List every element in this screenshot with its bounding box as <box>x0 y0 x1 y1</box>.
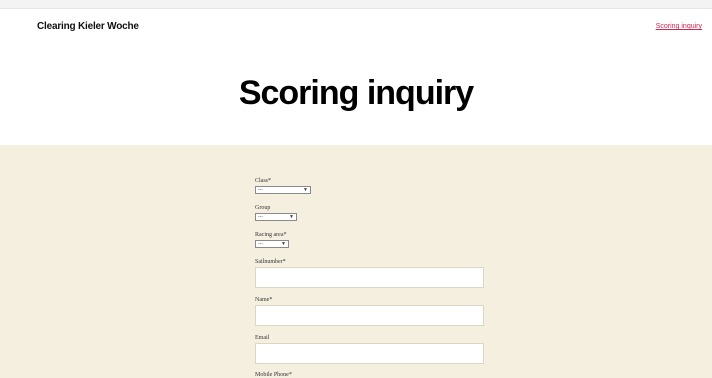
racing-area-select-value: --- <box>258 242 263 247</box>
racing-area-select[interactable]: --- ▼ <box>255 240 289 248</box>
email-input[interactable] <box>255 343 484 364</box>
group-label: Group <box>255 205 271 211</box>
email-label: Email <box>255 335 270 341</box>
group-select-value: --- <box>258 215 263 220</box>
group-select[interactable]: --- ▼ <box>255 213 297 221</box>
chevron-down-icon: ▼ <box>289 215 294 220</box>
chevron-down-icon: ▼ <box>281 242 286 247</box>
name-label: Name* <box>255 297 273 303</box>
name-input[interactable] <box>255 305 484 326</box>
site-title[interactable]: Clearing Kieler Woche <box>37 21 139 32</box>
class-select-value: --- <box>258 188 263 193</box>
browser-top-strip <box>0 0 712 9</box>
nav-link-scoring-inquiry[interactable]: Scoring inquiry <box>656 23 702 30</box>
page-title: Scoring inquiry <box>238 74 474 112</box>
mobile-phone-label: Mobile Phone* <box>255 372 292 378</box>
chevron-down-icon: ▼ <box>303 188 308 193</box>
class-label: Class* <box>255 178 272 184</box>
class-select[interactable]: --- ▼ <box>255 186 311 194</box>
racing-area-label: Racing area* <box>255 232 287 238</box>
sailnumber-input[interactable] <box>255 267 484 288</box>
sailnumber-label: Sailnumber* <box>255 259 286 265</box>
